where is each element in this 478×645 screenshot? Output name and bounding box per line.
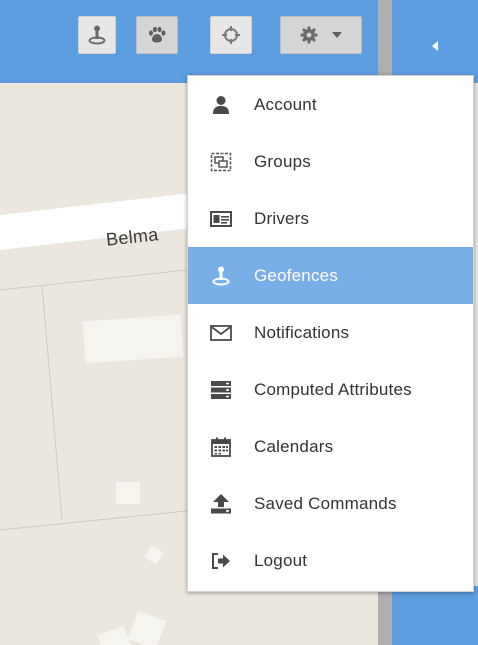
menu-item-label: Calendars	[254, 436, 334, 456]
menu-item-label: Saved Commands	[254, 493, 397, 513]
paw-toolbar-button[interactable]	[136, 16, 178, 54]
caret-down-icon	[332, 32, 342, 38]
upload-icon	[211, 493, 231, 513]
settings-menu: Account Groups Drivers Geofences Notific…	[187, 75, 474, 592]
menu-item-logout[interactable]: Logout	[188, 532, 473, 589]
collapse-arrow-icon[interactable]	[432, 41, 438, 51]
server-icon	[211, 380, 231, 399]
menu-item-label: Account	[254, 94, 317, 114]
menu-item-calendars[interactable]: Calendars	[188, 418, 473, 475]
envelope-icon	[210, 324, 232, 341]
menu-item-account[interactable]: Account	[188, 76, 473, 133]
crosshair-toolbar-button[interactable]	[210, 16, 252, 54]
user-icon	[213, 95, 229, 114]
paw-icon	[149, 26, 166, 43]
menu-item-label: Groups	[254, 151, 311, 171]
id-card-icon	[210, 210, 232, 227]
geofence-pin-icon	[88, 25, 106, 45]
groups-icon	[210, 152, 232, 171]
menu-item-label: Notifications	[254, 322, 350, 342]
menu-item-saved-commands[interactable]: Saved Commands	[188, 475, 473, 532]
menu-item-groups[interactable]: Groups	[188, 133, 473, 190]
menu-item-label: Drivers	[254, 208, 310, 228]
crosshair-icon	[222, 26, 240, 44]
sign-out-icon	[212, 552, 230, 569]
menu-item-notifications[interactable]: Notifications	[188, 304, 473, 361]
geofence-toolbar-button[interactable]	[78, 16, 116, 54]
menu-item-drivers[interactable]: Drivers	[188, 190, 473, 247]
geofence-pin-icon	[212, 266, 230, 285]
menu-item-geofences[interactable]: Geofences	[188, 247, 473, 304]
side-panel-footer	[392, 586, 478, 645]
settings-dropdown-button[interactable]	[280, 16, 362, 54]
menu-item-label: Logout	[254, 550, 308, 570]
menu-item-computed-attributes[interactable]: Computed Attributes	[188, 361, 473, 418]
map-toolbar	[0, 0, 378, 83]
gear-icon	[300, 26, 318, 44]
menu-item-label: Computed Attributes	[254, 379, 412, 399]
calendar-icon	[211, 437, 231, 457]
side-panel-header	[392, 0, 478, 83]
menu-item-label: Geofences	[254, 265, 339, 285]
